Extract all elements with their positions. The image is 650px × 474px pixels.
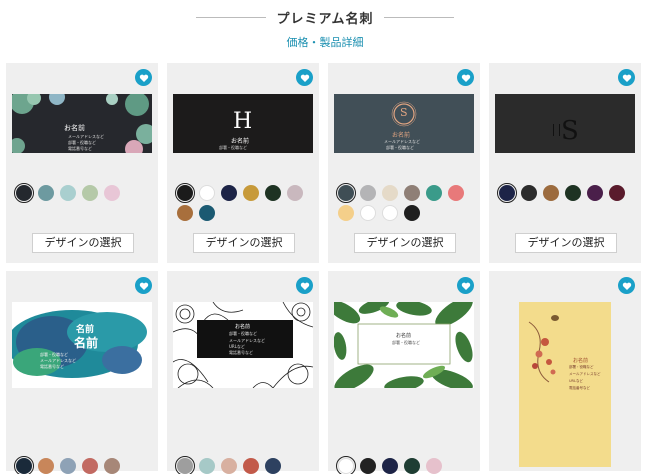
color-swatch[interactable] — [543, 185, 559, 201]
name-text: お名前 — [64, 124, 85, 132]
color-swatch[interactable] — [565, 185, 581, 201]
color-swatch[interactable] — [38, 185, 54, 201]
favorite-heart-icon[interactable] — [135, 277, 152, 294]
color-swatch[interactable] — [587, 185, 603, 201]
favorite-heart-icon[interactable] — [618, 69, 635, 86]
page-title: プレミアム名刺 — [266, 12, 384, 27]
color-swatch[interactable] — [104, 185, 120, 201]
color-swatch[interactable] — [243, 185, 259, 201]
color-swatch[interactable] — [243, 458, 259, 474]
color-swatch[interactable] — [382, 205, 398, 221]
favorite-heart-icon[interactable] — [457, 277, 474, 294]
color-swatch[interactable] — [336, 456, 356, 474]
color-swatch[interactable] — [404, 458, 420, 474]
color-swatch[interactable] — [338, 205, 354, 221]
color-swatch[interactable] — [404, 205, 420, 221]
color-swatch[interactable] — [287, 185, 303, 201]
color-swatch[interactable] — [609, 185, 625, 201]
color-swatch[interactable] — [82, 185, 98, 201]
design-card[interactable]: お名前 メールアドレスなど 部署・役職など 電話番号など デザインの選択 — [6, 63, 158, 263]
design-card[interactable]: お名前 部署・役職など メールアドレスなど URLなど 電話番号など — [167, 271, 319, 474]
select-design-button[interactable]: デザインの選択 — [354, 233, 456, 253]
color-swatch[interactable] — [336, 183, 356, 203]
color-swatch[interactable] — [221, 458, 237, 474]
card-preview[interactable]: H お名前 部署・役職など — [173, 94, 313, 153]
price-details-link[interactable]: 価格・製品詳細 — [287, 36, 364, 49]
favorite-heart-icon[interactable] — [296, 69, 313, 86]
color-swatch[interactable] — [199, 185, 215, 201]
color-swatch[interactable] — [175, 183, 195, 203]
favorite-heart-icon[interactable] — [135, 69, 152, 86]
color-swatch[interactable] — [521, 185, 537, 201]
color-swatch[interactable] — [426, 185, 442, 201]
card-preview[interactable]: S お名前 メールアドレスなど 部署・役職など — [334, 94, 474, 153]
color-swatch[interactable] — [360, 205, 376, 221]
color-swatch[interactable] — [199, 205, 215, 221]
color-swatch[interactable] — [448, 185, 464, 201]
favorite-heart-icon[interactable] — [457, 69, 474, 86]
color-swatch[interactable] — [382, 458, 398, 474]
design-card[interactable]: H お名前 部署・役職など デザインの選択 — [167, 63, 319, 263]
color-swatch[interactable] — [199, 458, 215, 474]
card-preview[interactable]: お名前 部署・役職など メールアドレスなど URLなど 電話番号など — [173, 302, 313, 388]
color-swatch[interactable] — [497, 183, 517, 203]
color-swatch[interactable] — [404, 185, 420, 201]
color-swatch[interactable] — [60, 458, 76, 474]
favorite-heart-icon[interactable] — [296, 277, 313, 294]
color-swatch[interactable] — [221, 185, 237, 201]
monogram-text: H — [233, 109, 253, 134]
color-swatch[interactable] — [60, 185, 76, 201]
card-preview[interactable]: お名前 メールアドレスなど 部署・役職など 電話番号など — [12, 94, 152, 153]
design-card[interactable]: S お名前 メールアドレスなど 部署・役職など デザインの選択 — [328, 63, 480, 263]
design-card[interactable]: 名前 名前 部署・役職など メールアドレスなど 電話番号など — [6, 271, 158, 474]
color-swatch[interactable] — [265, 458, 281, 474]
color-swatch[interactable] — [360, 185, 376, 201]
color-swatch[interactable] — [265, 185, 281, 201]
card-preview[interactable]: 名前 名前 部署・役職など メールアドレスなど 電話番号など — [12, 302, 152, 388]
favorite-heart-icon[interactable] — [618, 277, 635, 294]
color-swatch[interactable] — [14, 456, 34, 474]
design-card[interactable]: お名前 部署・役職など メールアドレスなど URLなど 電話番号など — [489, 271, 641, 471]
color-swatch[interactable] — [360, 458, 376, 474]
color-swatch[interactable] — [382, 185, 398, 201]
select-design-button[interactable]: デザインの選択 — [32, 233, 134, 253]
monogram-initial — [553, 124, 560, 136]
color-swatch[interactable] — [177, 205, 193, 221]
color-swatch[interactable] — [38, 458, 54, 474]
floral-branch-illustration — [528, 315, 559, 383]
color-swatch[interactable] — [104, 458, 120, 474]
design-card[interactable]: S デザインの選択 — [489, 63, 641, 263]
select-design-button[interactable]: デザインの選択 — [515, 233, 617, 253]
card-preview[interactable]: お名前 部署・役職など — [334, 302, 474, 388]
color-swatch[interactable] — [175, 456, 195, 474]
card-preview[interactable]: S — [495, 94, 635, 153]
card-preview-vertical[interactable]: お名前 部署・役職など メールアドレスなど URLなど 電話番号など — [519, 302, 611, 467]
select-design-button[interactable]: デザインの選択 — [193, 233, 295, 253]
section-header: プレミアム名刺 — [0, 6, 650, 28]
color-swatch[interactable] — [14, 183, 34, 203]
design-card[interactable]: お名前 部署・役職など — [328, 271, 480, 474]
color-swatch[interactable] — [426, 458, 442, 474]
color-swatch[interactable] — [82, 458, 98, 474]
